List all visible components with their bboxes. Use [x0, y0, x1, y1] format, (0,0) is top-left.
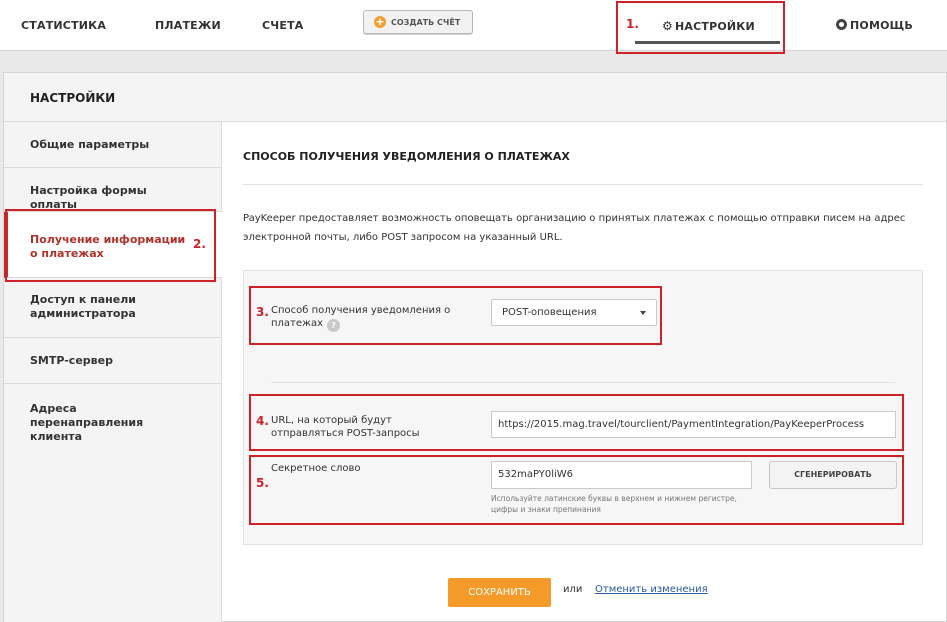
divider — [243, 184, 923, 185]
annotation-box-1 — [616, 1, 785, 54]
annotation-box-2 — [5, 209, 216, 282]
cancel-changes-link[interactable]: Отменить изменения — [595, 584, 708, 595]
sidebar-item-payment-form[interactable]: Настройка формы оплаты — [4, 168, 222, 212]
or-text: или — [563, 584, 583, 595]
sidebar-item-admin-access[interactable]: Доступ к панели администратора — [4, 278, 222, 338]
annotation-number-1: 1. — [626, 17, 639, 31]
annotation-box-4 — [249, 394, 904, 451]
annotation-number-5: 5. — [256, 476, 269, 490]
sidebar-item-label: Настройка формы оплаты — [30, 184, 147, 211]
nav-help-label: ПОМОЩЬ — [850, 19, 914, 32]
nav-statistics[interactable]: СТАТИСТИКА — [21, 19, 106, 32]
save-button[interactable]: СОХРАНИТЬ — [448, 578, 551, 607]
sidebar-item-smtp[interactable]: SMTP-сервер — [4, 338, 222, 384]
annotation-number-2: 2. — [193, 237, 206, 251]
annotation-box-5 — [249, 455, 904, 525]
panel-title: НАСТРОЙКИ — [30, 91, 116, 105]
form-divider — [271, 382, 895, 383]
sidebar-item-label: Адреса перенаправления клиента — [30, 402, 144, 443]
create-invoice-label: СОЗДАТЬ СЧЁТ — [391, 17, 461, 27]
annotation-number-3: 3. — [256, 305, 269, 319]
nav-invoices[interactable]: СЧЕТА — [262, 19, 304, 32]
sidebar-item-label: SMTP-сервер — [30, 354, 113, 367]
settings-sidebar: Общие параметры Настройка формы оплаты П… — [4, 122, 222, 622]
sidebar-item-label: Доступ к панели администратора — [30, 293, 136, 320]
sidebar-item-redirects[interactable]: Адреса перенаправления клиента — [4, 384, 222, 452]
plus-icon: + — [374, 15, 386, 28]
nav-help[interactable]: ПОМОЩЬ — [836, 19, 913, 32]
create-invoice-button[interactable]: + СОЗДАТЬ СЧЁТ — [363, 10, 473, 34]
annotation-box-3 — [249, 286, 662, 345]
annotation-number-4: 4. — [256, 414, 269, 428]
top-navigation: СТАТИСТИКА ПЛАТЕЖИ СЧЕТА + СОЗДАТЬ СЧЁТ … — [0, 0, 947, 51]
nav-payments[interactable]: ПЛАТЕЖИ — [155, 19, 221, 32]
lifebuoy-icon — [836, 19, 847, 30]
sidebar-item-general[interactable]: Общие параметры — [4, 122, 222, 168]
section-title: СПОСОБ ПОЛУЧЕНИЯ УВЕДОМЛЕНИЯ О ПЛАТЕЖАХ — [243, 150, 570, 163]
section-description: PayKeeper предоставляет возможность опов… — [243, 213, 906, 243]
panel-header: НАСТРОЙКИ — [4, 73, 946, 122]
sidebar-item-label: Общие параметры — [30, 138, 150, 151]
